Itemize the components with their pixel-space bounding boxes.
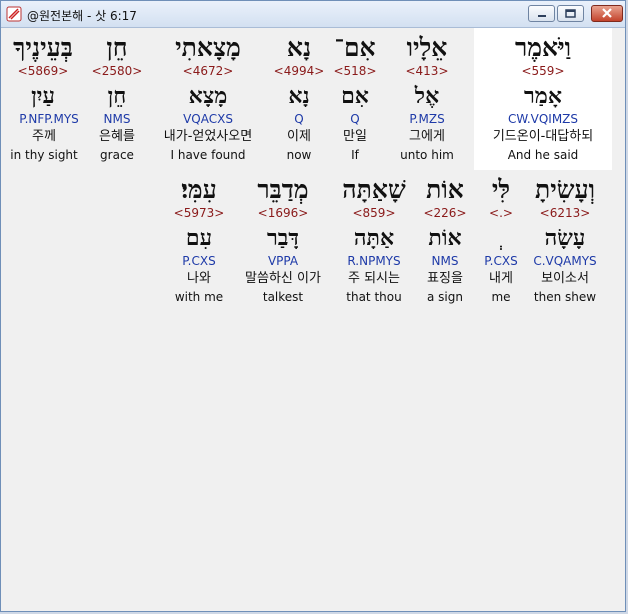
strong-number[interactable]: <6213> xyxy=(530,206,600,220)
word-block[interactable]: וַיֹּאמֶר <559> אָמַר CW.VQIMZS 기드온이-대답하… xyxy=(474,28,612,170)
hebrew-lemma: עָשָׂה xyxy=(544,225,586,251)
word-block[interactable]: אוֹת <226> אוֹת NMS 표징을 a sign xyxy=(410,170,480,310)
interlinear-panel: וַיֹּאמֶר <559> אָמַר CW.VQIMZS 기드온이-대답하… xyxy=(4,28,623,610)
word-block[interactable]: מְדַבֵּר <1696> דָּבַר VPPA 말씀하신 이가 talk… xyxy=(240,170,326,310)
morph-code: P.NFP.MYS xyxy=(19,112,79,126)
morph-code: R.NPMYS xyxy=(347,254,401,268)
strong-number[interactable]: <226> xyxy=(410,206,480,220)
word-block[interactable]: בְּעֵינֶיךָ <5869> עַיִן P.NFP.MYS 주께 in… xyxy=(8,28,79,170)
korean-gloss: 주께 xyxy=(32,129,56,144)
hebrew-word: נָא xyxy=(286,33,312,62)
korean-gloss: 나와 xyxy=(187,271,211,286)
morph-code: VQACXS xyxy=(183,112,233,126)
word-block[interactable]: נָא <4994> נָא Q 이제 now xyxy=(264,28,334,170)
strong-number[interactable]: <1696> xyxy=(240,206,326,220)
hebrew-lemma: אַתָּה xyxy=(353,225,395,251)
word-block[interactable]: שָׁאַתָּה <859> אַתָּה R.NPMYS 주 되시는 tha… xyxy=(339,170,409,310)
window-title: @원전본해 - 삿 6:17 xyxy=(27,9,137,23)
hebrew-word: וְעָשִׂיתָ xyxy=(534,175,596,204)
close-button[interactable] xyxy=(591,5,623,22)
hebrew-lemma: דָּבַר xyxy=(267,225,299,251)
strong-number[interactable]: <413> xyxy=(392,64,462,78)
hebrew-word: עִמִּי׃ xyxy=(181,175,217,204)
hebrew-lemma: אָמַר xyxy=(524,83,562,109)
word-block[interactable]: וְעָשִׂיתָ <6213> עָשָׂה C.VQAMYS 보이소서 t… xyxy=(530,170,600,310)
strong-number[interactable]: <2580> xyxy=(82,64,152,78)
korean-gloss: 기드온이-대답하되 xyxy=(492,129,594,144)
hebrew-lemma: עַיִן xyxy=(31,83,55,109)
strong-number[interactable]: <859> xyxy=(339,206,409,220)
morph-code: CW.VQIMZS xyxy=(507,112,579,126)
maximize-button[interactable] xyxy=(557,5,584,22)
strong-number[interactable]: <4672> xyxy=(144,64,272,78)
maximize-icon xyxy=(565,9,576,18)
app-icon xyxy=(6,6,22,22)
hebrew-word: וַיֹּאמֶר xyxy=(514,33,572,62)
minimize-button[interactable] xyxy=(528,5,555,22)
hebrew-word: שָׁאַתָּה xyxy=(342,175,406,204)
hebrew-word: מָצָאתִי xyxy=(175,33,241,62)
strong-number[interactable]: <559> xyxy=(474,64,612,78)
word-block[interactable]: עִמִּי׃ <5973> עִם P.CXS 나와 with me xyxy=(164,170,234,310)
hebrew-word: אֵלָיו xyxy=(406,33,448,62)
morph-code: P.CXS xyxy=(182,254,216,268)
hebrew-lemma: נָא xyxy=(288,83,310,109)
english-gloss: And he said xyxy=(507,148,579,162)
word-block[interactable]: חֵן <2580> חֵן NMS 은혜를 grace xyxy=(82,28,152,170)
morph-code: VPPA xyxy=(267,254,299,268)
hebrew-lemma: עִם xyxy=(185,225,213,251)
hebrew-word: בְּעֵינֶיךָ xyxy=(13,33,73,62)
title-bar[interactable]: @원전본해 - 삿 6:17 xyxy=(1,1,625,28)
hebrew-lemma: מָצָא xyxy=(188,83,228,109)
hebrew-lemma: אוֹת xyxy=(428,225,462,251)
english-gloss: that thou xyxy=(346,290,402,304)
hebrew-word: אוֹת xyxy=(426,175,464,204)
close-icon xyxy=(602,8,612,18)
strong-number[interactable]: <4994> xyxy=(264,64,334,78)
hebrew-lemma: אֶל xyxy=(414,83,440,109)
hebrew-lemma: חֵן xyxy=(107,83,127,109)
hebrew-word: מְדַבֵּר xyxy=(257,175,309,204)
app-window: @원전본해 - 삿 6:17 וַיֹּאמֶר <559> אָמַר CW.… xyxy=(0,0,626,612)
english-gloss: in thy sight xyxy=(10,148,78,162)
hebrew-word: חֵן xyxy=(106,33,128,62)
strong-number[interactable]: <5973> xyxy=(164,206,234,220)
english-gloss: with me xyxy=(174,290,224,304)
minimize-icon xyxy=(538,15,546,17)
strong-number[interactable]: <5869> xyxy=(8,64,78,78)
